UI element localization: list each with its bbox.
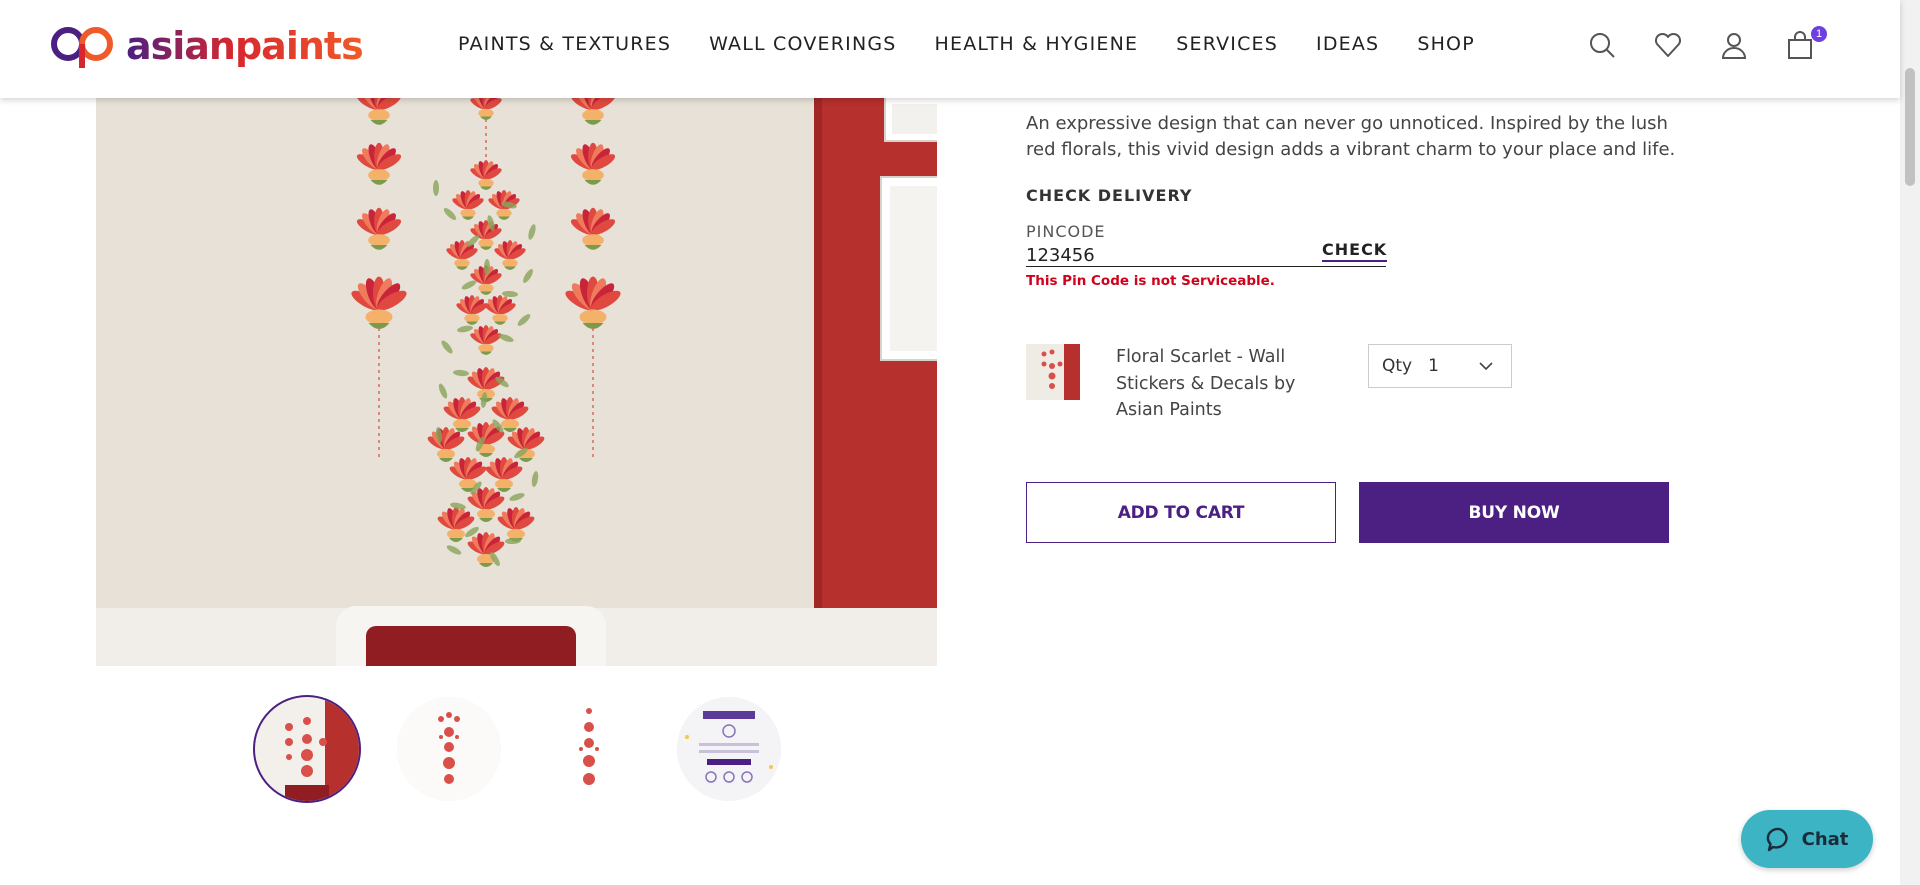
- quantity-select[interactable]: Qty 1: [1368, 344, 1512, 388]
- scrollbar-thumb[interactable]: [1905, 68, 1915, 186]
- nav-health-hygiene[interactable]: HEALTH & HYGIENE: [935, 33, 1139, 55]
- chat-label: Chat: [1801, 828, 1849, 850]
- nav-shop[interactable]: SHOP: [1417, 33, 1475, 55]
- cushion-red: [366, 626, 576, 666]
- site-header: asianpaints PAINTS & TEXTURES WALL COVER…: [0, 0, 1900, 98]
- search-icon[interactable]: [1587, 30, 1617, 60]
- nav-paints-textures[interactable]: PAINTS & TEXTURES: [458, 33, 671, 55]
- cart-icon[interactable]: 1: [1785, 26, 1827, 60]
- add-to-cart-button[interactable]: ADD TO CART: [1026, 482, 1336, 543]
- buy-now-button[interactable]: BUY NOW: [1359, 482, 1669, 543]
- picture-frame: [882, 178, 937, 359]
- logo-text: asianpaints: [126, 24, 364, 68]
- cart-item-thumbnail: [1026, 344, 1080, 400]
- qty-label: Qty: [1382, 356, 1413, 376]
- nav-services[interactable]: SERVICES: [1176, 33, 1278, 55]
- logo-mark-icon: [51, 27, 114, 68]
- product-description: An expressive design that can never go u…: [1026, 113, 1676, 160]
- pincode-label: PINCODE: [1026, 222, 1106, 241]
- nav-wall-coverings[interactable]: WALL COVERINGS: [709, 33, 896, 55]
- header-icons: 1: [1587, 26, 1827, 60]
- page-scrollbar[interactable]: [1900, 0, 1920, 885]
- cart-count-badge: 1: [1811, 26, 1827, 42]
- heart-icon[interactable]: [1653, 30, 1683, 60]
- main-nav: PAINTS & TEXTURES WALL COVERINGS HEALTH …: [458, 33, 1513, 55]
- chevron-down-icon: [1479, 362, 1493, 371]
- chat-widget-button[interactable]: Chat: [1741, 810, 1873, 868]
- chat-bubble-icon: [1766, 827, 1788, 852]
- nav-ideas[interactable]: IDEAS: [1316, 33, 1379, 55]
- qty-value: 1: [1428, 356, 1439, 376]
- cart-item-name: Floral Scarlet - Wall Stickers & Decals …: [1116, 347, 1296, 420]
- picture-frame: [886, 98, 937, 140]
- brand-logo[interactable]: asianpaints: [48, 20, 364, 72]
- floral-decal-illustration: [351, 98, 621, 567]
- gallery-thumb-1[interactable]: [253, 695, 361, 803]
- product-main-image[interactable]: [96, 98, 937, 666]
- check-delivery-title: CHECK DELIVERY: [1026, 186, 1193, 205]
- gallery-thumb-3[interactable]: [537, 697, 641, 801]
- check-pincode-button[interactable]: CHECK: [1322, 240, 1388, 262]
- user-icon[interactable]: [1719, 30, 1749, 60]
- pincode-error-message: This Pin Code is not Serviceable.: [1026, 273, 1275, 289]
- gallery-thumb-2[interactable]: [397, 697, 501, 801]
- gallery-thumbnails: [253, 695, 781, 803]
- gallery-thumb-4[interactable]: [677, 697, 781, 801]
